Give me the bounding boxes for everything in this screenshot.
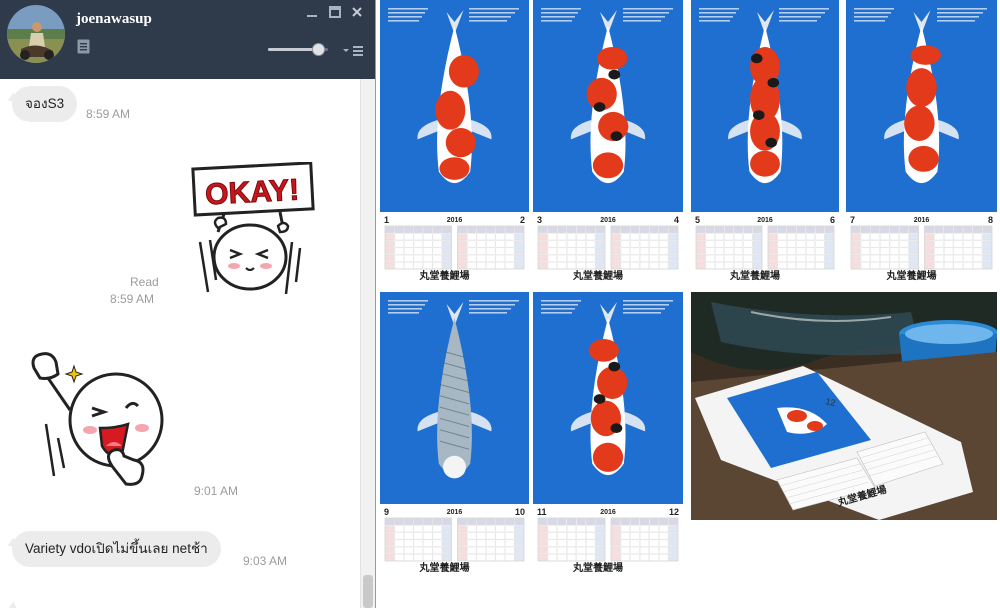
image-gallery: 1 2016 2 丸堂養鯉場 3 2016 4 丸堂養鯉場 5 2016 6 丸堂養鯉場 7 2016 8 丸… [377,0,1000,608]
contact-avatar[interactable] [7,5,65,63]
message-list[interactable]: จองS3 8:59 AM OKAY! Read 8:59 AM 9:01 AM… [0,79,360,608]
farm-name-caption: 丸堂養鯉場 [572,269,623,282]
message-text: Variety vdoเปิดไม่ขึ้นเลย netช้า [25,541,208,556]
message-time: 8:59 AM [86,107,131,121]
calendar-grid [610,225,679,270]
calendar-grid [850,225,919,270]
calendar-month-right: 8 [988,215,993,225]
calendar-year: 2016 [447,217,463,224]
calendar-month-left: 7 [850,215,855,225]
message-time: 8:59 AM [110,292,155,306]
calendar-month-left: 5 [695,215,700,225]
calendar-grid [537,225,606,270]
calendar-month-left: 1 [384,215,389,225]
okay-sticker[interactable]: OKAY! [188,161,316,304]
calendar-month-right: 2 [520,215,525,225]
message-bubble[interactable]: จองS3 [12,86,78,122]
close-button[interactable] [349,4,365,20]
calendar-grid [695,225,763,270]
calendar-year: 2016 [447,509,463,516]
calendar-month-left: 11 [537,507,547,517]
message-time: 9:03 AM [243,554,288,568]
message-text: จองS3 [25,96,65,111]
chat-scrollbar[interactable] [360,79,375,608]
koi-calendar-image[interactable]: 3 2016 4 丸堂養鯉場 [533,0,683,287]
calendar-grid [384,225,452,270]
calendar-year: 2016 [757,217,773,224]
farm-name-caption: 丸堂養鯉場 [886,269,937,282]
calendar-grid [767,225,835,270]
chat-window: joenawasup จองS3 8:59 AM OKAY! Read 8:59… [0,0,376,608]
calendar-grid [610,517,679,562]
calendar-month-right: 10 [515,507,525,517]
calendar-grid [457,517,525,562]
farm-name-caption: 丸堂養鯉場 [729,269,780,282]
calendar-year: 2016 [600,509,616,516]
koi-calendar-image[interactable]: 1 2016 2 丸堂養鯉場 [380,0,529,287]
notes-icon[interactable] [77,39,90,54]
message-bubble[interactable]: Variety vdoเปิดไม่ขึ้นเลย netช้า [12,531,221,567]
calendar-month-right: 12 [669,507,679,517]
cheer-sticker[interactable] [30,350,164,496]
read-status: Read [130,275,159,289]
farm-name-caption: 丸堂養鯉場 [572,561,623,574]
contact-name[interactable]: joenawasup [76,11,152,28]
farm-name-caption: 丸堂養鯉場 [419,561,470,574]
koi-calendar-image[interactable]: 11 2016 12 丸堂養鯉場 [533,292,683,579]
farm-name-caption: 丸堂養鯉場 [419,269,470,282]
volume-slider[interactable] [268,43,328,56]
minimize-button[interactable] [304,4,320,20]
calendar-grid [924,225,993,270]
chevron-down-icon [343,49,349,52]
message-time: 9:01 AM [194,484,239,498]
menu-dropdown-button[interactable] [341,44,365,56]
calendar-grid [457,225,525,270]
calendar-month: 12 [825,396,837,408]
calendar-month-left: 9 [384,507,389,517]
calendar-month-left: 3 [537,215,542,225]
calendar-month-right: 6 [830,215,835,225]
sticker-text: OKAY! [204,174,300,212]
scrollbar-thumb[interactable] [363,575,373,608]
calendar-grid [537,517,606,562]
pond-calendar-photo[interactable]: 12 丸堂養鯉場 [691,292,997,520]
koi-calendar-image[interactable]: 7 2016 8 丸堂養鯉場 [846,0,997,287]
calendar-year: 2016 [914,217,930,224]
chat-header: joenawasup [0,0,375,79]
calendar-year: 2016 [600,217,616,224]
calendar-month-right: 4 [674,215,679,225]
koi-calendar-image[interactable]: 5 2016 6 丸堂養鯉場 [691,0,839,287]
koi-calendar-image[interactable]: 9 2016 10 丸堂養鯉場 [380,292,529,579]
maximize-button[interactable] [327,4,343,20]
calendar-grid [384,517,452,562]
volume-slider-handle[interactable] [312,43,325,56]
